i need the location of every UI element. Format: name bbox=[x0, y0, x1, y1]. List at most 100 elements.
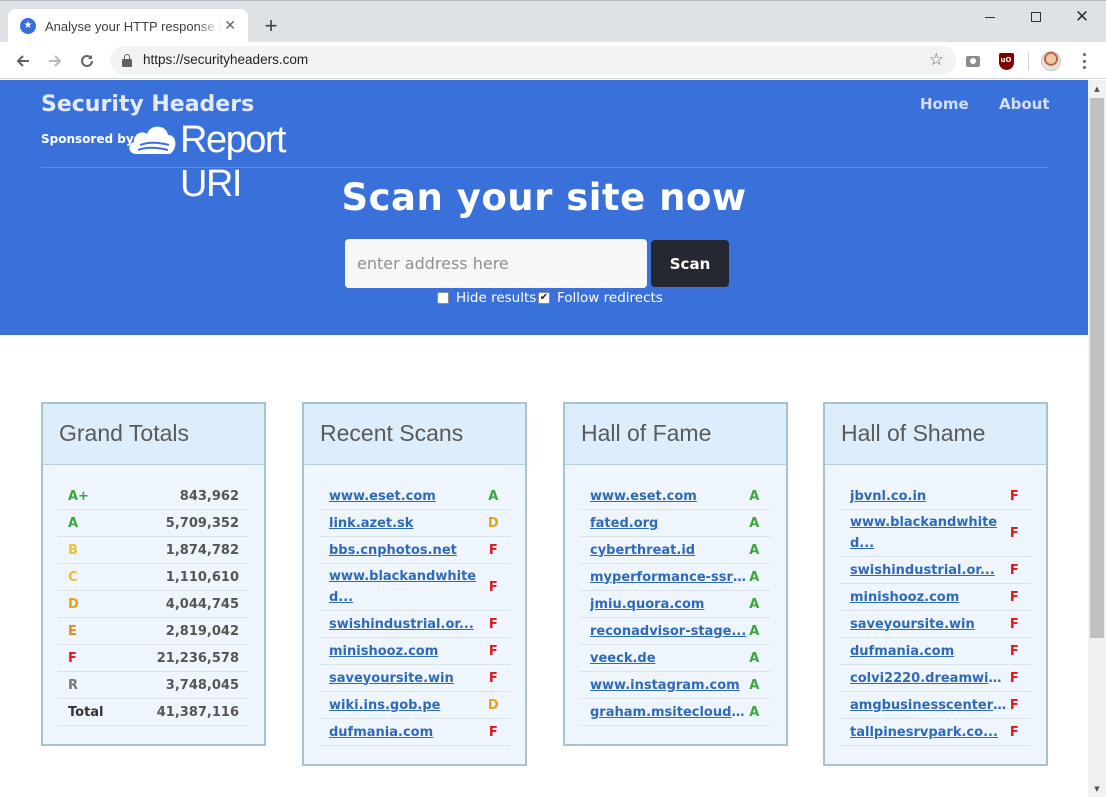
grade-label: B bbox=[68, 542, 78, 558]
hall-of-fame-list: www.eset.com A fated.org A cyberthreat.id A… bbox=[565, 465, 786, 744]
site-link[interactable]: wiki.ins.gob.pe bbox=[329, 698, 487, 713]
site-link[interactable]: www.blackandwhited... bbox=[850, 512, 1008, 554]
site-link[interactable]: jmiu.quora.com bbox=[590, 597, 748, 612]
site-link[interactable]: www.eset.com bbox=[590, 489, 748, 504]
new-tab-button[interactable]: + bbox=[258, 13, 284, 39]
follow-redirects-option[interactable]: ✔ Follow redirects bbox=[538, 290, 663, 306]
follow-redirects-label[interactable]: Follow redirects bbox=[557, 290, 663, 306]
grade-label: F bbox=[488, 724, 498, 740]
grade-count: 3,748,045 bbox=[165, 677, 239, 693]
tab-close-icon[interactable]: ✕ bbox=[222, 18, 238, 34]
grade-label: A bbox=[749, 623, 760, 639]
grand-totals-list: A+ 843,962 A 5,709,352 B 1,874,782 C 1,110,6… bbox=[43, 465, 264, 744]
browser-toolbar: https://securityheaders.com ☆ uO bbox=[0, 42, 1106, 79]
grade-label: A bbox=[749, 704, 760, 720]
list-item: minishooz.com F bbox=[840, 584, 1031, 611]
site-link[interactable]: www.instagram.com bbox=[590, 678, 748, 693]
scroll-thumb[interactable] bbox=[1090, 98, 1104, 638]
list-item: swishindustrial.or... F bbox=[319, 611, 510, 638]
site-link[interactable]: tallpinesrvpark.co... bbox=[850, 725, 1008, 740]
scan-button[interactable]: Scan bbox=[651, 240, 729, 287]
site-link[interactable]: link.azet.sk bbox=[329, 516, 487, 531]
scroll-down-icon[interactable]: ▼ bbox=[1088, 780, 1106, 797]
grade-label: F bbox=[488, 616, 498, 632]
minimize-button[interactable] bbox=[967, 1, 1013, 33]
site-link[interactable]: myperformance-ssrs... bbox=[590, 570, 748, 585]
site-link[interactable]: bbs.cnphotos.net bbox=[329, 543, 487, 558]
grade-label: A bbox=[749, 569, 760, 585]
hide-results-option[interactable]: Hide results bbox=[437, 290, 536, 306]
scroll-up-icon[interactable]: ▲ bbox=[1088, 80, 1106, 97]
camera-extension-button[interactable] bbox=[964, 52, 982, 70]
grade-count: 1,874,782 bbox=[165, 542, 239, 558]
grade-label: A bbox=[749, 596, 760, 612]
site-link[interactable]: www.eset.com bbox=[329, 489, 487, 504]
browser-tab[interactable]: ★ Analyse your HTTP response headers ✕ bbox=[8, 9, 248, 43]
site-link[interactable]: reconadvisor-stage... bbox=[590, 624, 748, 639]
grade-label: A bbox=[749, 488, 760, 504]
site-link[interactable]: dufmania.com bbox=[329, 725, 487, 740]
table-row: C 1,110,610 bbox=[58, 564, 249, 591]
recent-scans-header: Recent Scans bbox=[304, 404, 525, 465]
grade-label: R bbox=[68, 677, 79, 693]
reload-button[interactable] bbox=[73, 47, 101, 75]
grade-label: C bbox=[68, 569, 78, 585]
close-window-button[interactable]: ✕ bbox=[1059, 1, 1105, 33]
site-link[interactable]: veeck.de bbox=[590, 651, 748, 666]
url-text[interactable]: https://securityheaders.com bbox=[143, 52, 308, 67]
grade-count: 1,110,610 bbox=[165, 569, 239, 585]
address-bar[interactable]: https://securityheaders.com ☆ bbox=[110, 46, 956, 75]
list-item: www.blackandwhited... F bbox=[840, 510, 1031, 557]
report-uri-logo[interactable]: Report URI bbox=[126, 118, 351, 205]
site-title[interactable]: Security Headers bbox=[41, 92, 254, 117]
lock-icon[interactable] bbox=[122, 54, 132, 67]
sponsored-by-label: Sponsored by bbox=[41, 132, 134, 146]
maximize-icon bbox=[1031, 12, 1041, 22]
site-link[interactable]: graham.msitecloud.... bbox=[590, 705, 748, 720]
ublock-extension-button[interactable]: uO bbox=[997, 52, 1015, 70]
site-link[interactable]: amgbusinesscenters... bbox=[850, 698, 1008, 713]
site-link[interactable]: dufmania.com bbox=[850, 644, 1008, 659]
nav-about-link[interactable]: About bbox=[999, 95, 1050, 113]
total-count: 41,387,116 bbox=[156, 704, 239, 720]
list-item: www.eset.com A bbox=[580, 483, 771, 510]
site-link[interactable]: swishindustrial.or... bbox=[850, 563, 1008, 578]
back-button[interactable] bbox=[9, 47, 37, 75]
reload-icon bbox=[81, 54, 93, 67]
forward-button[interactable] bbox=[41, 47, 69, 75]
browser-tab-strip: ★ Analyse your HTTP response headers ✕ +… bbox=[0, 0, 1106, 43]
site-link[interactable]: minishooz.com bbox=[850, 590, 1008, 605]
recent-scans-card: Recent Scans www.eset.com A link.azet.sk D… bbox=[302, 402, 527, 766]
grade-count: 4,044,745 bbox=[165, 596, 239, 612]
total-label: Total bbox=[68, 704, 104, 720]
grade-label: F bbox=[488, 643, 498, 659]
site-link[interactable]: saveyoursite.win bbox=[329, 671, 487, 686]
site-link[interactable]: swishindustrial.or... bbox=[329, 617, 487, 632]
hide-results-checkbox[interactable] bbox=[437, 292, 449, 304]
grand-totals-card: Grand Totals A+ 843,962 A 5,709,352 B 1,874… bbox=[41, 402, 266, 746]
list-item: bbs.cnphotos.net F bbox=[319, 537, 510, 564]
grade-label: A bbox=[68, 515, 79, 531]
site-link[interactable]: colvi2220.dreamwid... bbox=[850, 671, 1008, 686]
ublock-icon: uO bbox=[998, 52, 1014, 70]
site-link[interactable]: saveyoursite.win bbox=[850, 617, 1008, 632]
site-link[interactable]: jbvnl.co.in bbox=[850, 489, 1008, 504]
page-scrollbar[interactable]: ▲ ▼ bbox=[1088, 80, 1106, 797]
site-link[interactable]: minishooz.com bbox=[329, 644, 487, 659]
list-item: fated.org A bbox=[580, 510, 771, 537]
follow-redirects-checkbox[interactable]: ✔ bbox=[538, 292, 550, 304]
profile-avatar[interactable] bbox=[1041, 51, 1061, 71]
site-link[interactable]: fated.org bbox=[590, 516, 748, 531]
table-row: E 2,819,042 bbox=[58, 618, 249, 645]
page-viewport: Security Headers Sponsored by Report URI… bbox=[0, 80, 1088, 797]
table-row: A 5,709,352 bbox=[58, 510, 249, 537]
nav-home-link[interactable]: Home bbox=[920, 95, 969, 113]
more-vert-icon[interactable] bbox=[1076, 51, 1092, 71]
address-input[interactable] bbox=[345, 239, 647, 288]
site-link[interactable]: www.blackandwhited... bbox=[329, 566, 487, 608]
star-icon[interactable]: ☆ bbox=[929, 50, 944, 70]
hide-results-label[interactable]: Hide results bbox=[456, 290, 536, 306]
toolbar-divider bbox=[1028, 52, 1029, 70]
site-link[interactable]: cyberthreat.id bbox=[590, 543, 748, 558]
maximize-button[interactable] bbox=[1013, 1, 1059, 33]
